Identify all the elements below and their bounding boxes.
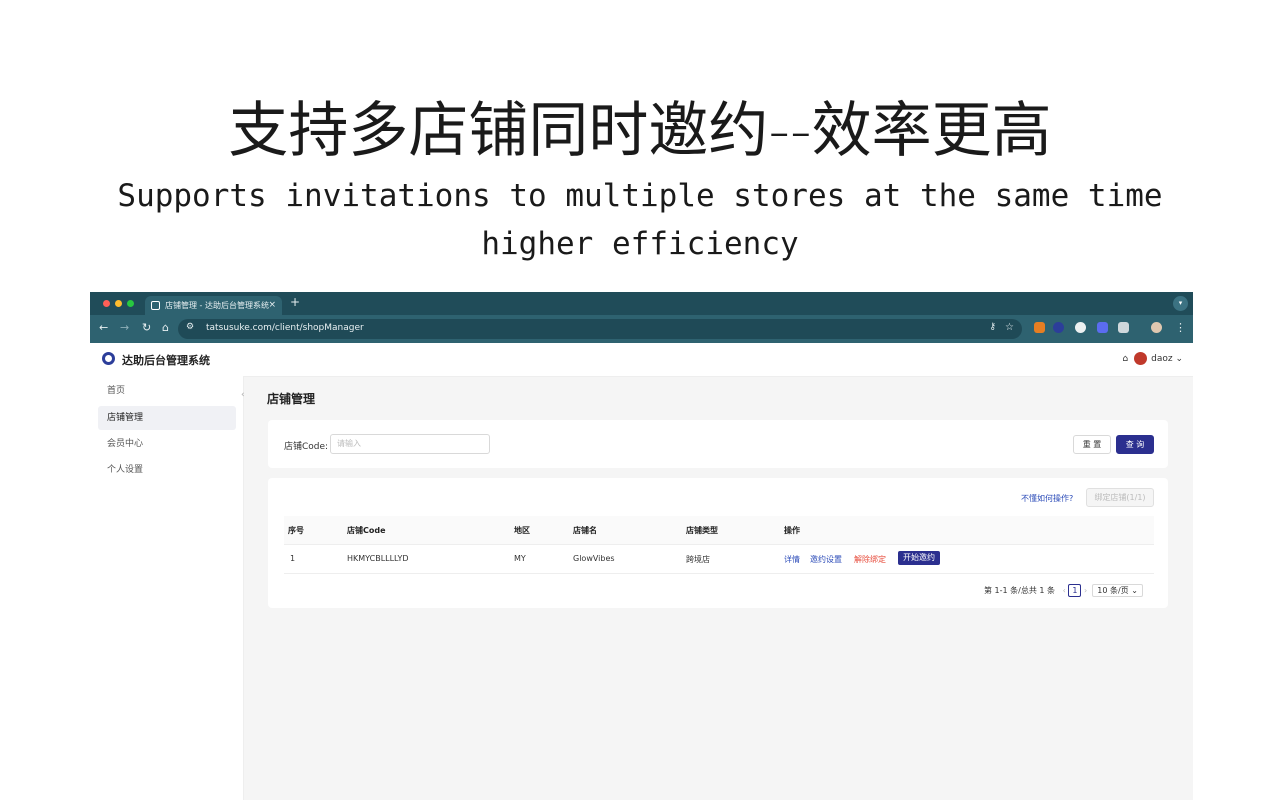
home-icon[interactable]: ⌂ xyxy=(162,321,169,334)
page-title: 店铺管理 xyxy=(267,392,316,406)
user-menu-chevron-icon[interactable]: ⌄ xyxy=(1175,354,1183,364)
pagination: 第 1-1 条/总共 1 条 ‹ 1 › 10 条/页 ⌄ xyxy=(984,584,1143,597)
query-button[interactable]: 查 询 xyxy=(1116,435,1154,454)
sidebar-item-home[interactable]: 首页 xyxy=(98,379,236,403)
column-header-shop-code: 店铺Code xyxy=(347,526,386,535)
column-header-index: 序号 xyxy=(288,526,304,535)
app-header: 达助后台管理系统 ⌂ daoz ⌄ xyxy=(90,343,1193,377)
shop-code-input[interactable]: 请输入 xyxy=(330,434,490,454)
promo-subline: Supports invitations to multiple stores … xyxy=(0,172,1280,268)
page-size-select[interactable]: 10 条/页 ⌄ xyxy=(1092,584,1143,597)
header-user-area[interactable]: ⌂ daoz ⌄ xyxy=(1122,352,1183,365)
window-zoom-dot[interactable] xyxy=(127,300,134,307)
search-card: 店铺Code: 请输入 重 置 查 询 xyxy=(268,420,1168,468)
prev-page-icon[interactable]: ‹ xyxy=(1063,586,1066,595)
tab-close-icon[interactable]: × xyxy=(268,296,276,315)
sidebar-item-member-center[interactable]: 会员中心 xyxy=(98,432,236,456)
promo-subline-line-2: higher efficiency xyxy=(481,226,799,262)
address-bar-row: ← → ↻ ⌂ ⚙ tatsusuke.com/client/shopManag… xyxy=(90,315,1193,343)
sidebar-item-personal-settings[interactable]: 个人设置 xyxy=(98,458,236,482)
profile-avatar-icon[interactable] xyxy=(1151,322,1162,333)
cell-index: 1 xyxy=(290,554,296,563)
back-arrow-icon[interactable]: ← xyxy=(99,321,108,334)
new-tab-icon[interactable]: + xyxy=(290,295,300,309)
cell-shop-code: HKMYCBLLLLYD xyxy=(347,554,409,563)
browser-tab-bar: 店铺管理 - 达助后台管理系统 × + ▾ xyxy=(90,292,1193,315)
page-size-chevron-icon: ⌄ xyxy=(1131,586,1138,595)
next-page-icon[interactable]: › xyxy=(1084,586,1087,595)
app-title: 达助后台管理系统 xyxy=(122,354,210,367)
extensions-puzzle-icon[interactable] xyxy=(1118,322,1129,333)
extension-mail-icon[interactable] xyxy=(1034,322,1045,333)
pagination-summary: 第 1-1 条/总共 1 条 xyxy=(984,586,1056,595)
column-header-region: 地区 xyxy=(514,526,530,535)
tab-title: 店铺管理 - 达助后台管理系统 xyxy=(165,301,269,310)
detail-link[interactable]: 详情 xyxy=(784,554,800,565)
notification-icon[interactable]: ⌂ xyxy=(1122,354,1128,364)
url-text: tatsusuke.com/client/shopManager xyxy=(206,323,364,333)
invite-settings-link[interactable]: 邀约设置 xyxy=(810,554,842,565)
app-logo-icon xyxy=(102,352,115,365)
column-header-shop-type: 店铺类型 xyxy=(686,526,718,535)
start-invite-button[interactable]: 开始邀约 xyxy=(898,551,940,565)
bookmark-star-icon[interactable]: ☆ xyxy=(1005,322,1014,333)
reset-button[interactable]: 重 置 xyxy=(1073,435,1111,454)
browser-window: 店铺管理 - 达助后台管理系统 × + ▾ ← → ↻ ⌂ ⚙ tatsusuk… xyxy=(90,292,1193,800)
table-header: 序号 店铺Code 地区 店铺名 店铺类型 操作 xyxy=(284,516,1154,545)
url-field[interactable]: ⚙ tatsusuke.com/client/shopManager ⚷ ☆ xyxy=(178,319,1022,339)
forward-arrow-icon[interactable]: → xyxy=(120,321,129,334)
password-key-icon[interactable]: ⚷ xyxy=(989,322,996,332)
username[interactable]: daoz xyxy=(1151,354,1172,364)
cell-shop-name: GlowVibes xyxy=(573,554,615,563)
unbind-link[interactable]: 解除绑定 xyxy=(854,554,886,565)
page-size-value: 10 条/页 xyxy=(1097,586,1129,595)
window-close-dot[interactable] xyxy=(103,300,110,307)
promo-headline: 支持多店铺同时邀约--效率更高 xyxy=(228,96,1052,166)
column-header-actions: 操作 xyxy=(784,526,800,535)
reload-icon[interactable]: ↻ xyxy=(142,321,151,334)
extension-tatsusuke-icon[interactable] xyxy=(1053,322,1064,333)
extension-pin-icon[interactable] xyxy=(1075,322,1086,333)
sidebar: 首页 店铺管理 会员中心 个人设置 xyxy=(90,376,244,800)
extension-play-icon[interactable] xyxy=(1097,322,1108,333)
table-card: 不懂如何操作? 绑定店铺(1/1) 序号 店铺Code 地区 店铺名 店铺类型 … xyxy=(268,478,1168,608)
sidebar-item-shop-manager[interactable]: 店铺管理 xyxy=(98,406,236,430)
cell-region: MY xyxy=(514,554,526,563)
sidebar-collapse-icon[interactable]: ‹ xyxy=(241,390,245,400)
tab-favicon-icon xyxy=(151,301,160,310)
table-row: 1 HKMYCBLLLLYD MY GlowVibes 跨境店 详情 邀约设置 … xyxy=(284,545,1154,574)
column-header-shop-name: 店铺名 xyxy=(573,526,597,535)
cell-shop-type: 跨境店 xyxy=(686,555,710,564)
browser-tab[interactable]: 店铺管理 - 达助后台管理系统 × xyxy=(145,296,282,315)
help-link[interactable]: 不懂如何操作? xyxy=(1021,493,1073,504)
page-number[interactable]: 1 xyxy=(1068,584,1082,597)
shop-code-label: 店铺Code: xyxy=(284,442,329,452)
tab-search-chevron-icon[interactable]: ▾ xyxy=(1173,296,1188,311)
browser-menu-icon[interactable]: ⋮ xyxy=(1175,321,1186,334)
promo-subline-line-1: Supports invitations to multiple stores … xyxy=(117,178,1163,214)
bind-shop-button[interactable]: 绑定店铺(1/1) xyxy=(1086,488,1154,507)
window-minimize-dot[interactable] xyxy=(115,300,122,307)
user-avatar[interactable] xyxy=(1134,352,1148,365)
site-settings-icon[interactable]: ⚙ xyxy=(186,322,194,332)
